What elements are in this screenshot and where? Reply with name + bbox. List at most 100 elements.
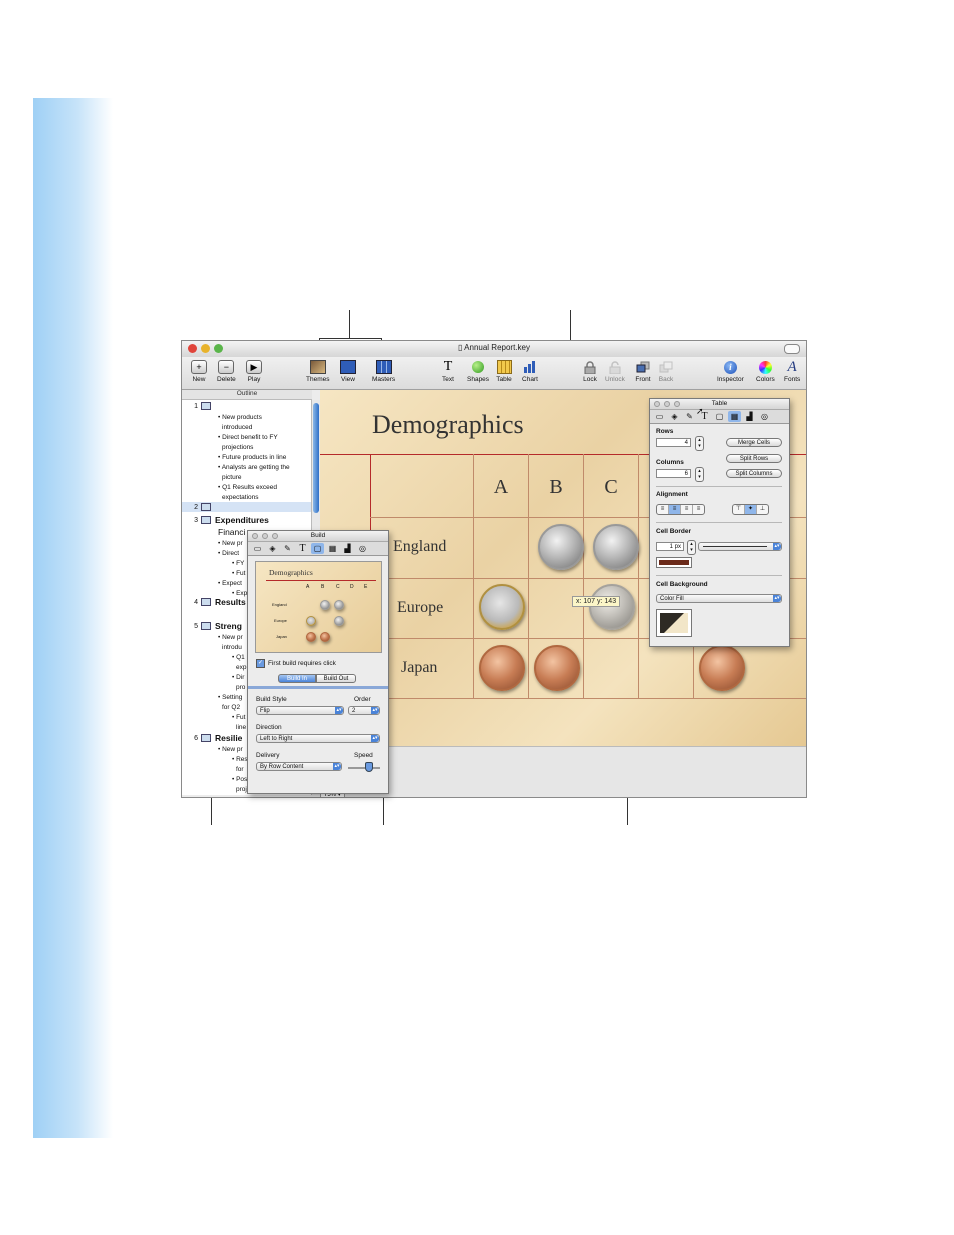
slide-number: 5 bbox=[194, 622, 198, 630]
callout-line-themes-bracket bbox=[319, 338, 382, 339]
delete-button[interactable]: − Delete bbox=[217, 360, 236, 383]
toolbar-toggle-button[interactable] bbox=[784, 344, 800, 354]
outline-slide-3[interactable]: 3 Expenditures bbox=[188, 515, 269, 525]
slide-number: 3 bbox=[194, 516, 198, 524]
table-inspector-icon[interactable]: ▦ bbox=[728, 411, 741, 422]
position-tooltip: x: 107 y: 143 bbox=[572, 596, 621, 607]
background-color-well[interactable] bbox=[656, 609, 692, 637]
hyperlink-inspector-icon[interactable]: ◎ bbox=[356, 543, 369, 554]
chart-inspector-icon[interactable]: ▟ bbox=[743, 411, 756, 422]
coin-image[interactable] bbox=[699, 645, 745, 691]
merge-cells-button[interactable]: Merge Cells bbox=[726, 438, 782, 447]
border-color-well[interactable] bbox=[656, 557, 692, 568]
outline-slide-2[interactable]: 2 bbox=[188, 503, 215, 511]
unlock-button[interactable]: Unlock bbox=[605, 360, 625, 383]
coin-image[interactable] bbox=[479, 584, 525, 630]
fonts-button[interactable]: A Fonts bbox=[784, 359, 801, 384]
table-inspector-icon[interactable]: ▦ bbox=[326, 543, 339, 554]
split-columns-button[interactable]: Split Columns bbox=[726, 469, 782, 478]
text-inspector-icon[interactable]: T bbox=[296, 543, 309, 554]
slide-inspector-icon[interactable]: ◈ bbox=[266, 543, 279, 554]
coin-image[interactable] bbox=[593, 524, 639, 570]
align-left-icon[interactable]: ≡ bbox=[657, 505, 669, 514]
inspector-button[interactable]: i Inspector bbox=[717, 360, 744, 383]
outline-slide-5[interactable]: 5 Streng bbox=[188, 621, 242, 631]
rows-field[interactable]: 4 bbox=[656, 438, 691, 447]
unlock-icon bbox=[607, 360, 623, 374]
preview-col-label: A bbox=[306, 584, 310, 590]
align-middle-icon[interactable]: ✦ bbox=[745, 505, 757, 514]
delivery-select[interactable]: By Row Content ▴▾ bbox=[256, 762, 342, 771]
build-style-select[interactable]: Flip ▴▾ bbox=[256, 706, 344, 715]
build-inspector-icon[interactable]: ▢ bbox=[713, 411, 726, 422]
back-button[interactable]: Back bbox=[658, 360, 674, 383]
masters-button[interactable]: Masters bbox=[372, 360, 395, 383]
align-right-icon[interactable]: ≡ bbox=[681, 505, 693, 514]
document-inspector-icon[interactable]: ▭ bbox=[653, 411, 666, 422]
preview-col-label: D bbox=[350, 584, 354, 590]
coin-image[interactable] bbox=[534, 645, 580, 691]
checkmark-icon: ✓ bbox=[256, 659, 265, 668]
outline-slide-4[interactable]: 4 Results bbox=[188, 597, 246, 607]
back-label: Back bbox=[658, 376, 674, 383]
divider bbox=[656, 575, 782, 576]
align-center-icon[interactable]: ≡ bbox=[669, 505, 681, 514]
coin-image[interactable] bbox=[538, 524, 584, 570]
column-header-b: B bbox=[549, 476, 563, 498]
table-button[interactable]: Table bbox=[496, 360, 512, 383]
coin-image[interactable] bbox=[589, 584, 635, 630]
tab-build-out[interactable]: Build Out bbox=[316, 674, 356, 683]
border-width-field[interactable]: 1 px bbox=[656, 542, 684, 551]
direction-value: Left to Right bbox=[260, 736, 293, 742]
coin-image[interactable] bbox=[479, 645, 525, 691]
first-build-checkbox[interactable]: ✓ First build requires click bbox=[256, 659, 336, 668]
align-justify-icon[interactable]: ≡ bbox=[693, 505, 704, 514]
graphic-inspector-icon[interactable]: ✎ bbox=[281, 543, 294, 554]
build-preview-title: Demographics bbox=[269, 568, 313, 577]
text-icon: T bbox=[443, 359, 453, 374]
tab-build-in[interactable]: Build In bbox=[278, 674, 316, 683]
border-color-swatch bbox=[659, 560, 689, 565]
border-width-stepper[interactable]: ▴ ▾ bbox=[687, 540, 696, 555]
order-select[interactable]: 2 ▴▾ bbox=[348, 706, 380, 715]
outline-slide-1[interactable]: 1 bbox=[188, 402, 215, 410]
graphic-inspector-icon[interactable]: ✎ bbox=[683, 411, 696, 422]
vertical-alignment-group: ⊤ ✦ ⊥ bbox=[732, 504, 769, 515]
outline-scroll-thumb[interactable] bbox=[313, 403, 319, 513]
direction-select[interactable]: Left to Right ▴▾ bbox=[256, 734, 380, 743]
front-button[interactable]: Front bbox=[635, 360, 651, 383]
themes-button[interactable]: Themes bbox=[306, 360, 329, 383]
fonts-label: Fonts bbox=[784, 376, 801, 383]
hyperlink-inspector-icon[interactable]: ◎ bbox=[758, 411, 771, 422]
play-button[interactable]: ▶ Play bbox=[246, 360, 262, 383]
view-button[interactable]: View bbox=[340, 360, 356, 383]
page-margin-gradient bbox=[33, 98, 113, 1138]
split-rows-button[interactable]: Split Rows bbox=[726, 454, 782, 463]
text-button[interactable]: T Text bbox=[440, 359, 456, 383]
speed-slider[interactable] bbox=[348, 767, 380, 769]
lock-button[interactable]: Lock bbox=[582, 360, 598, 383]
order-value: 2 bbox=[352, 708, 356, 714]
new-button[interactable]: + New bbox=[191, 360, 207, 383]
outline-bullets-3: • New pr • Direct • FY • Fut • Expect • Exp bbox=[218, 540, 248, 597]
chevron-updown-icon: ▴▾ bbox=[773, 543, 781, 550]
build-inspector-icon[interactable]: ▢ bbox=[311, 543, 324, 554]
shapes-button[interactable]: Shapes bbox=[467, 360, 489, 383]
cell-background-select[interactable]: Color Fill ▴▾ bbox=[656, 594, 782, 603]
colors-button[interactable]: Colors bbox=[756, 360, 775, 383]
align-bottom-icon[interactable]: ⊥ bbox=[757, 505, 768, 514]
rows-stepper[interactable]: ▴ ▾ bbox=[695, 436, 704, 451]
border-style-select[interactable]: ▴▾ bbox=[698, 542, 782, 551]
columns-field[interactable]: 6 bbox=[656, 469, 691, 478]
chart-button[interactable]: Chart bbox=[522, 360, 538, 383]
speed-slider-thumb[interactable] bbox=[365, 762, 373, 772]
chart-inspector-icon[interactable]: ▟ bbox=[341, 543, 354, 554]
slide-inspector-icon[interactable]: ◈ bbox=[668, 411, 681, 422]
outline-subtitle: Financi bbox=[218, 527, 246, 537]
preview-coin bbox=[306, 632, 316, 642]
columns-stepper[interactable]: ▴ ▾ bbox=[695, 467, 704, 482]
align-top-icon[interactable]: ⊤ bbox=[733, 505, 745, 514]
slide-title[interactable]: Demographics bbox=[372, 410, 524, 440]
outline-slide-6[interactable]: 6 Resilie bbox=[188, 733, 242, 743]
document-inspector-icon[interactable]: ▭ bbox=[251, 543, 264, 554]
